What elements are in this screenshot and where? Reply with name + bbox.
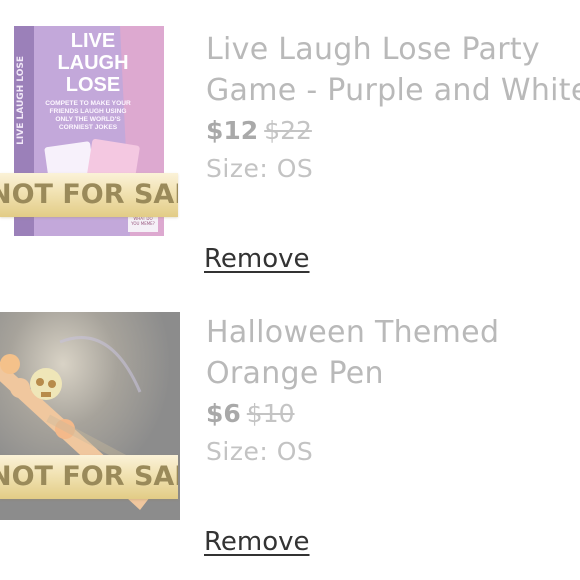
product-title-line: Halloween Themed — [206, 315, 500, 350]
sale-price: $6 — [206, 399, 241, 428]
price-row: $12 $22 — [206, 117, 312, 145]
remove-button[interactable]: Remove — [204, 527, 310, 557]
sale-price: $12 — [206, 116, 259, 145]
box-badge: WHAT DO YOU MEME? — [131, 216, 155, 226]
product-title-line: Live Laugh Lose Party — [206, 32, 540, 67]
size-label: Size: OS — [206, 154, 314, 183]
product-image[interactable]: LIVE LAUGH LOSE LIVE LAUGH LOSE COMPETE … — [0, 26, 180, 238]
product-title-line: Orange Pen — [206, 356, 384, 391]
remove-button[interactable]: Remove — [204, 244, 310, 274]
box-tagline: COMPETE TO MAKE YOUR FRIENDS LAUGH USING… — [45, 100, 131, 131]
box-title-line: LIVE — [70, 30, 116, 52]
box-title: LIVE LAUGH LOSE — [48, 30, 138, 96]
product-title[interactable]: Live Laugh Lose Party Game - Purple and … — [206, 29, 580, 111]
product-title[interactable]: Halloween Themed Orange Pen — [206, 312, 580, 394]
product-title-line: Game - Purple and White — [206, 73, 580, 108]
box-spine-text: LIVE LAUGH LOSE — [16, 56, 26, 145]
cart-item: LIVE LAUGH LOSE LIVE LAUGH LOSE COMPETE … — [0, 0, 580, 290]
not-for-sale-banner: NOT FOR SALE — [0, 173, 178, 217]
product-image[interactable]: NOT FOR SALE — [0, 312, 180, 520]
original-price: $22 — [264, 116, 312, 145]
not-for-sale-banner: NOT FOR SALE — [0, 455, 178, 499]
box-title-line: LOSE — [65, 74, 121, 96]
cart-item: NOT FOR SALE Halloween Themed Orange Pen… — [0, 290, 580, 580]
original-price: $10 — [246, 399, 295, 428]
price-row: $6 $10 — [206, 400, 295, 428]
box-title-line: LAUGH — [57, 52, 129, 74]
size-label: Size: OS — [206, 437, 314, 466]
